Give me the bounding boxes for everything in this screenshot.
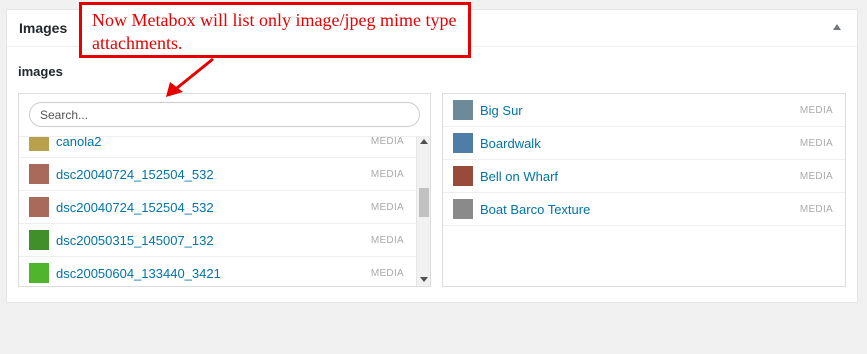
scroll-down-icon[interactable] <box>420 277 428 282</box>
annotation-callout: Now Metabox will list only image/jpeg mi… <box>79 2 471 58</box>
scroll-up-icon[interactable] <box>420 139 428 144</box>
item-type-label: MEDIA <box>370 169 404 180</box>
thumbnail-image <box>453 166 473 186</box>
list-item[interactable]: Bell on Wharf MEDIA <box>443 160 845 193</box>
item-type-label: MEDIA <box>799 138 833 149</box>
annotation-text: Now Metabox will list only image/jpeg mi… <box>92 10 457 53</box>
list-item[interactable]: dsc20040724_152504_532 MEDIA <box>19 158 416 191</box>
item-title-link[interactable]: Boardwalk <box>480 136 541 151</box>
item-title-link[interactable]: dsc20040724_152504_532 <box>56 167 214 182</box>
item-title-link[interactable]: Bell on Wharf <box>480 169 558 184</box>
thumbnail-image <box>29 230 49 250</box>
item-type-label: MEDIA <box>370 137 404 147</box>
thumbnail-image <box>29 164 49 184</box>
item-type-label: MEDIA <box>799 105 833 116</box>
item-title-link[interactable]: Boat Barco Texture <box>480 202 590 217</box>
item-title-link[interactable]: Big Sur <box>480 103 523 118</box>
search-input[interactable] <box>29 102 420 127</box>
thumbnail-image <box>453 199 473 219</box>
list-item[interactable]: dsc20050315_145007_132 MEDIA <box>19 224 416 257</box>
item-type-label: MEDIA <box>370 235 404 246</box>
item-title-link[interactable]: dsc20050315_145007_132 <box>56 233 214 248</box>
metabox-title: Images <box>19 20 68 36</box>
thumbnail-image <box>453 100 473 120</box>
list-item[interactable]: canola2 MEDIA <box>19 137 416 158</box>
list-item[interactable]: dsc20050604_133440_3421 MEDIA <box>19 257 416 286</box>
collapse-toggle-icon[interactable] <box>833 24 841 30</box>
thumbnail-image <box>29 263 49 283</box>
thumbnail-image <box>29 197 49 217</box>
selected-list: Big Sur MEDIA Boardwalk MEDIA Bell on Wh… <box>443 94 845 226</box>
list-item[interactable]: Boat Barco Texture MEDIA <box>443 193 845 226</box>
list-item[interactable]: dsc20040724_152504_532 MEDIA <box>19 191 416 224</box>
item-type-label: MEDIA <box>799 204 833 215</box>
field-label: images <box>18 64 63 79</box>
list-scrollbar[interactable] <box>416 137 430 286</box>
item-title-link[interactable]: canola2 <box>56 137 102 149</box>
thumbnail-image <box>29 137 49 151</box>
search-bar <box>19 94 430 137</box>
item-type-label: MEDIA <box>799 171 833 182</box>
available-attachments-panel: canola2 MEDIA dsc20040724_152504_532 MED… <box>18 93 431 287</box>
available-list: canola2 MEDIA dsc20040724_152504_532 MED… <box>19 137 416 286</box>
list-item[interactable]: Big Sur MEDIA <box>443 94 845 127</box>
item-title-link[interactable]: dsc20040724_152504_532 <box>56 200 214 215</box>
selected-attachments-panel: Big Sur MEDIA Boardwalk MEDIA Bell on Wh… <box>442 93 846 287</box>
item-type-label: MEDIA <box>370 268 404 279</box>
list-item[interactable]: Boardwalk MEDIA <box>443 127 845 160</box>
scrollbar-thumb[interactable] <box>419 188 429 217</box>
item-type-label: MEDIA <box>370 202 404 213</box>
thumbnail-image <box>453 133 473 153</box>
item-title-link[interactable]: dsc20050604_133440_3421 <box>56 266 221 281</box>
